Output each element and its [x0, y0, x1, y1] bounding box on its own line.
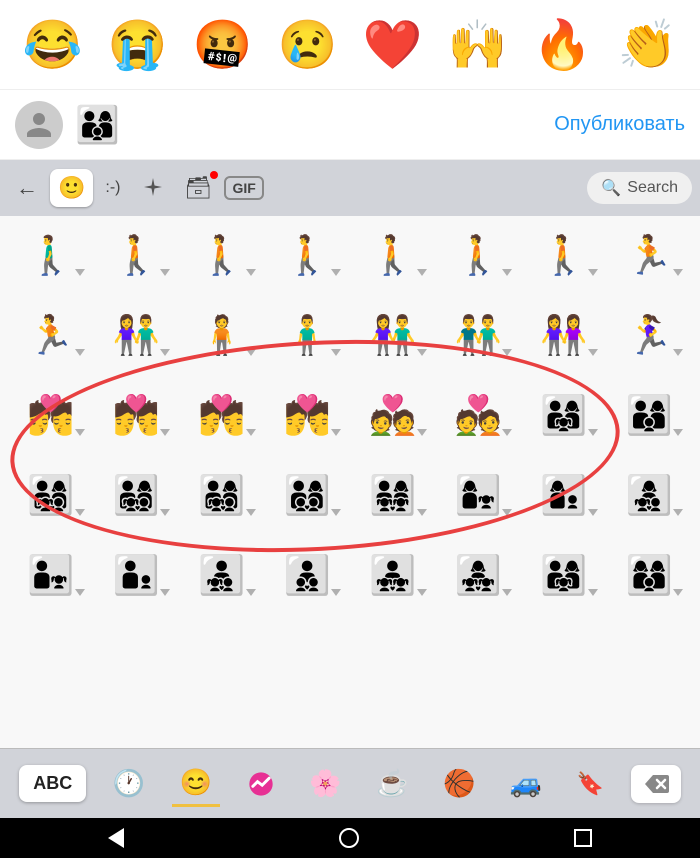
trending-key[interactable] [239, 764, 283, 804]
emoji-cell[interactable]: 🚶 [438, 234, 518, 278]
emoji-cell[interactable]: 🚶‍♂️ [11, 234, 91, 278]
back-nav-icon [108, 828, 124, 848]
backspace-icon [643, 773, 669, 795]
emoji-cell[interactable]: 👨‍👦 [96, 554, 176, 598]
sparkle-icon [141, 176, 165, 200]
emoji-cell[interactable]: 👩‍👧‍👧 [438, 554, 518, 598]
emoji-row-3: 💏 💏 💏 💏 💑 💑 👨‍👩‍👧 👨‍👩‍👦 [0, 376, 700, 456]
emoji-cell[interactable]: 💏 [11, 394, 91, 438]
top-emoji-sad[interactable]: 😢 [278, 21, 338, 69]
top-emoji-strip: 😂 😭 🤬 😢 ❤️ 🙌 🔥 👏 [0, 0, 700, 90]
recent-emoji-key[interactable]: 🕐 [105, 762, 153, 805]
keyboard-toolbar: ← 🙂 :-) 🗃 GIF 🔍 Search [0, 160, 700, 216]
abc-key[interactable]: ABC [19, 765, 86, 802]
emoji-cell[interactable]: 👩‍👧 [438, 474, 518, 518]
emoji-cell[interactable]: 🧍‍♂️ [267, 314, 347, 358]
emoji-cell[interactable]: 🏃‍♀️ [609, 314, 689, 358]
emoji-cell[interactable]: 👫 [353, 314, 433, 358]
emoji-cell[interactable]: 👨‍👩‍👦‍👦 [267, 474, 347, 518]
flower-key[interactable]: 🌸 [301, 762, 349, 805]
emoji-cell[interactable]: 👩‍👦 [524, 474, 604, 518]
emoji-cell[interactable]: 🚶 [524, 234, 604, 278]
search-label: Search [627, 179, 678, 197]
publish-button[interactable]: Опубликовать [554, 113, 685, 136]
emoji-cell[interactable]: 👩‍👩‍👦 [609, 554, 689, 598]
home-nav-icon [339, 828, 359, 848]
sticker-tab-button[interactable]: 🗃 [177, 169, 221, 207]
gif-tab-button[interactable]: GIF [224, 176, 263, 200]
basketball-key[interactable]: 🏀 [435, 762, 483, 805]
emoji-row-2: 🏃 👫 🧍 🧍‍♂️ 👫 👬 👭 🏃‍♀️ [0, 296, 700, 376]
emoji-cell[interactable]: 👫 [96, 314, 176, 358]
post-emoji: 👨‍👩‍👦 [75, 104, 120, 146]
trending-icon [247, 770, 275, 798]
emoji-cell[interactable]: 🚶 [182, 234, 262, 278]
back-button[interactable]: ← [8, 169, 46, 207]
post-bar: 👨‍👩‍👦 Опубликовать [0, 90, 700, 160]
sparkle-tab-button[interactable] [133, 170, 173, 206]
recents-nav-button[interactable] [574, 829, 592, 847]
smiley-key[interactable]: 😊 [172, 761, 220, 807]
emoji-row-5: 👨‍👧 👨‍👦 👨‍👧‍👦 👨‍👦‍👦 👨‍👧‍👧 👩‍👧‍👧 👨‍👩‍👧 👩‍… [0, 536, 700, 616]
emoji-cell[interactable]: 👨‍👦‍👦 [267, 554, 347, 598]
emoji-cell[interactable]: 👨‍👧‍👦 [182, 554, 262, 598]
emoji-cell[interactable]: 🏃 [11, 314, 91, 358]
emoji-cell[interactable]: 👨‍👩‍👧 [524, 394, 604, 438]
search-button[interactable]: 🔍 Search [587, 172, 692, 204]
emoji-cell[interactable]: 👨‍👩‍👧‍👦 [11, 474, 91, 518]
emoji-cell[interactable]: 👭 [524, 314, 604, 358]
emoji-cell[interactable]: 💏 [267, 394, 347, 438]
bookmark-key[interactable]: 🔖 [569, 765, 612, 803]
avatar [15, 101, 63, 149]
emoji-cell[interactable]: 🚶 [353, 234, 433, 278]
recents-nav-icon [574, 829, 592, 847]
emoji-cell[interactable]: 👨‍👩‍👧‍👧 [353, 474, 433, 518]
emoji-cell[interactable]: 💏 [182, 394, 262, 438]
emoji-cell[interactable]: 👨‍👩‍👧‍👦 [182, 474, 262, 518]
top-emoji-fire[interactable]: 🔥 [533, 21, 593, 69]
backspace-key[interactable] [631, 765, 681, 803]
bottom-keyboard-bar: ABC 🕐 😊 🌸 ☕ 🏀 🚙 🔖 [0, 748, 700, 818]
top-emoji-angry[interactable]: 🤬 [193, 21, 253, 69]
top-emoji-heart[interactable]: ❤️ [363, 21, 423, 69]
emoji-cell[interactable]: 🧍 [182, 314, 262, 358]
back-nav-button[interactable] [108, 828, 124, 848]
emoji-row-1: 🚶‍♂️ 🚶 🚶 🚶 🚶 🚶 🚶 🏃 [0, 216, 700, 296]
emoji-cell[interactable]: 🏃 [609, 234, 689, 278]
emoji-cell[interactable]: 🚶 [267, 234, 347, 278]
emoji-grid-area: 🚶‍♂️ 🚶 🚶 🚶 🚶 🚶 🚶 🏃 🏃 👫 🧍 🧍‍♂️ 👫 👬 👭 🏃‍♀️… [0, 216, 700, 748]
kaomoji-tab-button[interactable]: :-) [97, 173, 128, 203]
search-icon: 🔍 [601, 178, 621, 198]
avatar-icon [24, 110, 54, 140]
emoji-cell[interactable]: 👨‍👩‍👧 [524, 554, 604, 598]
emoji-cell[interactable]: 👨‍👩‍👦 [609, 394, 689, 438]
emoji-row-4: 👨‍👩‍👧‍👦 👨‍👩‍👧‍👦 👨‍👩‍👧‍👦 👨‍👩‍👦‍👦 👨‍👩‍👧‍👧 … [0, 456, 700, 536]
cup-key[interactable]: ☕ [368, 762, 416, 805]
emoji-cell[interactable]: 👨‍👧 [11, 554, 91, 598]
emoji-cell[interactable]: 👬 [438, 314, 518, 358]
nav-bar [0, 818, 700, 858]
top-emoji-raised-hands[interactable]: 🙌 [448, 21, 508, 69]
emoji-cell[interactable]: 🚶 [96, 234, 176, 278]
emoji-cell[interactable]: 💑 [438, 394, 518, 438]
emoji-cell[interactable]: 💑 [353, 394, 433, 438]
top-emoji-crying[interactable]: 😭 [108, 21, 168, 69]
top-emoji-laughing[interactable]: 😂 [23, 21, 83, 69]
car-key[interactable]: 🚙 [502, 762, 550, 805]
notification-dot [210, 171, 218, 179]
emoji-cell[interactable]: 👨‍👧‍👧 [353, 554, 433, 598]
emoji-cell[interactable]: 👨‍👩‍👧‍👦 [96, 474, 176, 518]
home-nav-button[interactable] [339, 828, 359, 848]
emoji-cell[interactable]: 💏 [96, 394, 176, 438]
top-emoji-clap[interactable]: 👏 [618, 21, 678, 69]
emoji-cell[interactable]: 👩‍👧‍👦 [609, 474, 689, 518]
emoji-tab-button[interactable]: 🙂 [50, 169, 93, 207]
